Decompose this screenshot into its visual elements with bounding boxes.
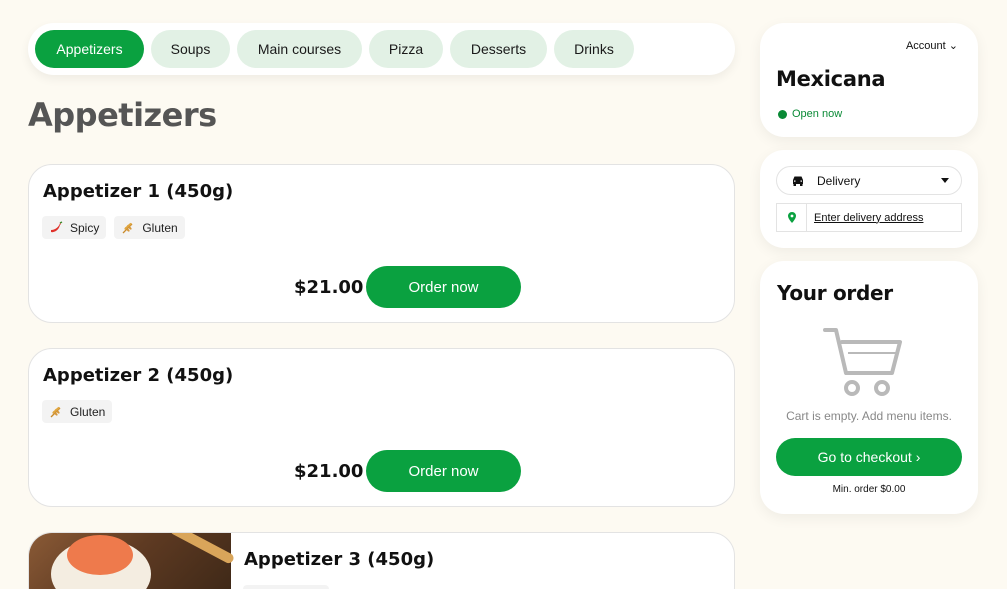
tag-label: Gluten (142, 220, 178, 235)
status-text: Open now (792, 108, 843, 120)
category-tab-pizza[interactable]: Pizza (369, 30, 443, 68)
tag-gluten: Gluten (114, 216, 185, 239)
restaurant-name: Mexicana (776, 67, 886, 91)
location-pin-icon (787, 212, 796, 223)
chili-pepper-icon (51, 220, 63, 232)
tag-gluten: Gluten (42, 400, 113, 423)
menu-item-card: Appetizer 3 (450g) (28, 532, 735, 589)
item-tags: Gluten (42, 400, 113, 423)
wheat-icon (122, 222, 133, 233)
open-status: Open now (778, 108, 842, 120)
delivery-address-field[interactable]: Enter delivery address (776, 203, 962, 232)
restaurant-card: Account ⌄ Mexicana Open now (760, 23, 978, 137)
category-tab-appetizers[interactable]: Appetizers (35, 30, 144, 68)
order-title: Your order (777, 281, 893, 305)
status-dot-icon (778, 109, 787, 119)
delivery-mode-label: Delivery (817, 173, 861, 188)
menu-item-card: Appetizer 1 (450g) Spicy Gluten $21.00 O… (28, 164, 735, 323)
order-card: Your order Cart is empty. Add menu items… (760, 261, 978, 514)
location-pin-cell (777, 204, 807, 231)
menu-item-card: Appetizer 2 (450g) Gluten $21.00 Order n… (28, 348, 735, 507)
category-nav: Appetizers Soups Main courses Pizza Dess… (28, 23, 735, 75)
item-tag (243, 585, 329, 589)
item-price: $21.00 (294, 461, 364, 482)
min-order-text: Min. order $0.00 (832, 484, 906, 495)
wheat-icon (50, 406, 61, 417)
delivery-card: Delivery Enter delivery address (760, 150, 978, 248)
item-tags: Spicy Gluten (42, 216, 185, 239)
order-now-button[interactable]: Order now (366, 266, 521, 308)
chevron-down-icon (941, 178, 949, 183)
shopping-cart-icon (823, 328, 902, 396)
category-tab-drinks[interactable]: Drinks (554, 30, 634, 68)
tag-label: Gluten (70, 404, 106, 419)
car-icon (793, 176, 803, 186)
item-title: Appetizer 2 (450g) (43, 365, 234, 386)
go-to-checkout-button[interactable]: Go to checkout › (776, 438, 962, 476)
category-tab-main-courses[interactable]: Main courses (237, 30, 362, 68)
tag-label: Spicy (70, 220, 100, 235)
item-photo (29, 533, 236, 589)
menu-page: Appetizers Soups Main courses Pizza Dess… (0, 0, 1007, 589)
delivery-mode-select[interactable]: Delivery (776, 166, 962, 195)
category-tab-soups[interactable]: Soups (151, 30, 230, 68)
section-title: Appetizers (28, 96, 217, 134)
item-title: Appetizer 3 (450g) (244, 549, 435, 570)
item-title: Appetizer 1 (450g) (43, 181, 234, 202)
account-menu[interactable]: Account ⌄ (906, 39, 958, 52)
order-now-button[interactable]: Order now (366, 450, 521, 492)
category-tab-desserts[interactable]: Desserts (450, 30, 547, 68)
item-price: $21.00 (294, 277, 364, 298)
enter-address-link[interactable]: Enter delivery address (814, 212, 923, 224)
tag-spicy: Spicy (42, 216, 107, 239)
empty-cart-text: Cart is empty. Add menu items. (786, 409, 952, 423)
